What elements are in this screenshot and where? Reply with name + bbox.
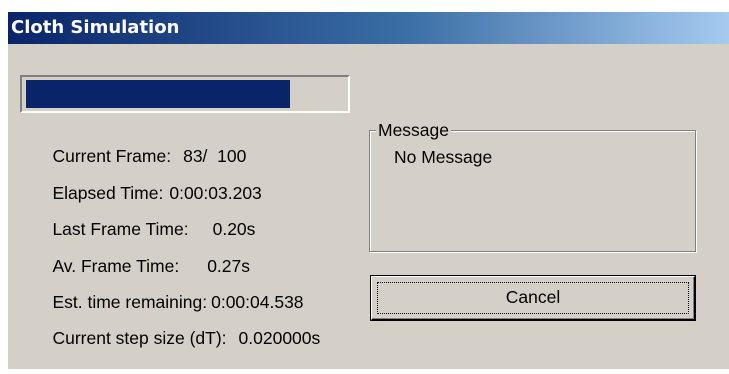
- simulation-progress-bar: [20, 75, 350, 113]
- window-title: Cloth Simulation: [11, 17, 180, 38]
- progress-track: [23, 78, 347, 110]
- title-bar[interactable]: Cloth Simulation: [8, 12, 729, 44]
- elapsed-time-row: Elapsed Time: 0:00:03.203: [33, 157, 261, 203]
- step-size-value: 0.020000s: [238, 328, 321, 348]
- message-legend: Message: [376, 119, 452, 141]
- cloth-simulation-dialog: Cloth Simulation Current Frame: 83/ 100 E…: [7, 11, 729, 369]
- est-time-remaining-row: Est. time remaining: 0:00:04.538: [33, 266, 303, 312]
- cancel-button-label: Cancel: [505, 287, 561, 307]
- cancel-button[interactable]: Cancel: [371, 276, 695, 320]
- message-groupbox: Message No Message: [369, 119, 696, 252]
- progress-fill: [26, 80, 290, 108]
- last-frame-time-row: Last Frame Time: 0.20s: [33, 193, 255, 239]
- step-size-label: Current step size (dT):: [52, 328, 227, 348]
- step-size-row: Current step size (dT): 0.020000s: [33, 302, 320, 348]
- message-text: No Message: [394, 147, 493, 167]
- av-frame-time-row: Av. Frame Time: 0.27s: [33, 230, 250, 276]
- current-frame-row: Current Frame: 83/ 100: [33, 120, 246, 166]
